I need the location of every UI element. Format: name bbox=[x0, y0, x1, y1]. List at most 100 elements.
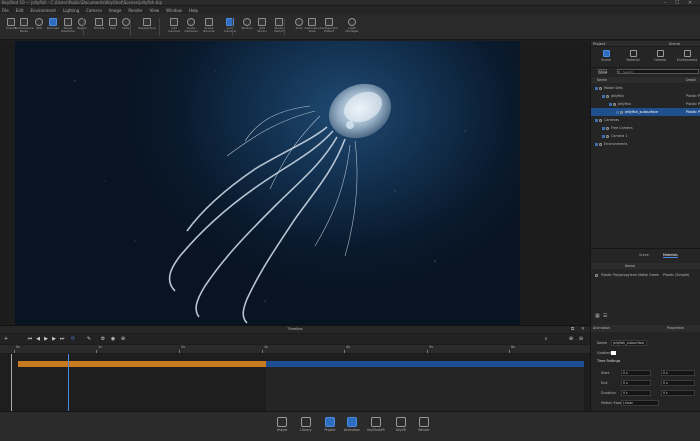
tree-item[interactable]: jellyfish Plastic Poly bbox=[591, 92, 700, 100]
menu-item-0[interactable]: File bbox=[2, 8, 9, 13]
menu-item-6[interactable]: Render bbox=[128, 8, 142, 13]
tree-item[interactable]: Model Sets bbox=[591, 84, 700, 92]
toolbar-separator bbox=[130, 18, 131, 36]
visibility-checkbox[interactable] bbox=[595, 86, 598, 90]
time-setting-value-alt[interactable]: 0 s bbox=[661, 390, 695, 396]
material-list-item[interactable]: Plastic Polypropylene Matte Green Plasti… bbox=[591, 271, 700, 279]
search-input[interactable]: Search bbox=[617, 69, 699, 74]
menu-item-4[interactable]: Camera bbox=[86, 8, 102, 13]
grid-view-icon[interactable]: ▦ bbox=[595, 313, 600, 319]
bottom-library-button[interactable]: Library bbox=[296, 417, 316, 439]
properties-header-right: Properties bbox=[667, 326, 685, 330]
toolbar-separator bbox=[284, 18, 285, 36]
time-setting-value[interactable]: 0 s bbox=[621, 390, 651, 396]
visibility-checkbox[interactable] bbox=[602, 94, 605, 98]
settings-icon[interactable]: ⚙ bbox=[100, 336, 106, 342]
tab-environment[interactable]: Environment bbox=[676, 48, 698, 66]
bottom-render-button[interactable]: Render bbox=[414, 417, 434, 439]
menu-item-9[interactable]: Help bbox=[189, 8, 198, 13]
menu-item-2[interactable]: Environment bbox=[30, 8, 56, 13]
playhead[interactable] bbox=[68, 354, 69, 412]
visibility-checkbox[interactable] bbox=[595, 142, 598, 146]
bottom-project-button[interactable]: Project bbox=[320, 417, 340, 439]
time-setting-value[interactable]: 0 s bbox=[621, 370, 651, 376]
loop-icon[interactable]: ⟳ bbox=[70, 336, 76, 342]
zoom-fit-icon[interactable]: ⊕ bbox=[568, 336, 574, 342]
visibility-checkbox[interactable] bbox=[609, 102, 612, 106]
toolbar-perspective-button[interactable]: Perspective bbox=[136, 16, 158, 38]
step-forward-icon[interactable]: ▶ bbox=[51, 336, 57, 342]
tab-material[interactable]: Material bbox=[622, 48, 644, 66]
time-tick-label: 3s bbox=[264, 345, 268, 349]
material-swatch-icon bbox=[595, 273, 598, 277]
subtab-scene[interactable]: Scene bbox=[639, 253, 649, 257]
properties-header-left: Animation bbox=[593, 326, 611, 330]
menu-item-7[interactable]: View bbox=[150, 8, 160, 13]
tree-item[interactable]: Free Camera bbox=[591, 124, 700, 132]
tree-item[interactable]: Environments bbox=[591, 140, 700, 148]
close-panel-icon[interactable]: ✕ bbox=[581, 326, 585, 333]
show-filter[interactable]: Show bbox=[598, 69, 607, 74]
tab-scene[interactable]: Scene bbox=[595, 48, 617, 66]
time-setting-value-alt[interactable]: 0 s bbox=[661, 380, 695, 386]
menu-item-8[interactable]: Window bbox=[166, 8, 182, 13]
menu-item-3[interactable]: Lighting bbox=[63, 8, 79, 13]
bottom-animation-button[interactable]: Animation bbox=[342, 417, 362, 439]
timeline-search-icon[interactable]: ⌕ bbox=[543, 336, 549, 342]
toolbar-dolly-button[interactable]: Dolly bbox=[115, 16, 137, 38]
visibility-checkbox[interactable] bbox=[616, 110, 619, 114]
toolbar-scene-bounds-button[interactable]: Scene Bounds bbox=[198, 16, 220, 38]
timeline-panel: Timeline ⧉ ✕ + ⏮ ◀ ▶ ▶ ⏭ ⟳ ✎ ⚙ ◉ ⊕ ⌕ ⊕ ⊖… bbox=[0, 325, 590, 412]
color-swatch[interactable] bbox=[611, 351, 616, 355]
menu-item-5[interactable]: Image bbox=[109, 8, 122, 13]
key-icon[interactable]: ⊕ bbox=[120, 336, 126, 342]
animation-name-input[interactable]: jellyfish_subsurface bbox=[611, 340, 647, 346]
step-back-icon[interactable]: ◀ bbox=[35, 336, 41, 342]
tab-camera[interactable]: Camera bbox=[649, 48, 671, 66]
project-panel-title: Project bbox=[593, 42, 606, 46]
jump-start-icon[interactable]: ⏮ bbox=[27, 336, 33, 342]
timeline-menu-icon[interactable]: ⊖ bbox=[578, 336, 584, 342]
bottom-keyvr-button[interactable]: KeyVR bbox=[391, 417, 411, 439]
toolbar-label: Light Manager bbox=[345, 26, 359, 34]
visibility-checkbox[interactable] bbox=[595, 118, 598, 122]
node-icon bbox=[599, 86, 602, 90]
environment-icon bbox=[683, 50, 691, 57]
popout-icon[interactable]: ⧉ bbox=[571, 326, 574, 333]
toolbar-label: Add Studio bbox=[257, 26, 267, 34]
toolbar-configurator-button[interactable]: Configurator Wizard bbox=[318, 16, 340, 38]
bottom-keyshotxr-button[interactable]: KeyShotXR bbox=[366, 417, 386, 439]
render-viewport[interactable] bbox=[15, 41, 520, 325]
time-setting-value[interactable]: 0 s bbox=[621, 380, 651, 386]
visibility-checkbox[interactable] bbox=[602, 126, 605, 130]
time-setting-value-alt[interactable]: 0 s bbox=[661, 370, 695, 376]
project-section-title: Scene bbox=[669, 42, 680, 46]
toolbar-studio-switch-button[interactable]: Studio Switch bbox=[268, 16, 290, 38]
menu-item-1[interactable]: Edit bbox=[16, 8, 24, 13]
subtab-materials[interactable]: Materials bbox=[663, 253, 678, 258]
time-ruler[interactable]: 0s 1s 2s 3s 4s 5s 6s bbox=[0, 345, 590, 353]
add-animation-icon[interactable]: + bbox=[3, 336, 9, 342]
time-settings-section[interactable]: Time Settings bbox=[591, 357, 700, 365]
jump-end-icon[interactable]: ⏭ bbox=[59, 336, 65, 342]
tree-item[interactable]: jellyfish Plastic Poly bbox=[591, 100, 700, 108]
cycle-cameras-icon bbox=[187, 18, 195, 26]
list-view-icon[interactable]: ☰ bbox=[603, 313, 607, 319]
keyshotxr-icon bbox=[371, 417, 381, 427]
wand-icon[interactable]: ✎ bbox=[86, 336, 92, 342]
toolbar-light-manager-button[interactable]: Light Manager bbox=[341, 16, 363, 38]
bottom-import-button[interactable]: Import bbox=[272, 417, 292, 439]
time-setting-value[interactable]: Linear bbox=[621, 400, 659, 406]
tree-item[interactable]: Camera 1 bbox=[591, 132, 700, 140]
bottom-label: Render bbox=[418, 428, 430, 432]
animation-track[interactable] bbox=[0, 354, 590, 412]
jellyfish-render bbox=[74, 70, 466, 324]
tree-item[interactable]: jellyfish_subsurface Plastic Poly bbox=[591, 108, 700, 116]
record-icon[interactable]: ◉ bbox=[110, 336, 116, 342]
visibility-checkbox[interactable] bbox=[602, 134, 605, 138]
tab-label: Scene bbox=[601, 58, 611, 62]
play-icon[interactable]: ▶ bbox=[43, 336, 49, 342]
timeline-start-marker bbox=[11, 354, 12, 412]
animation-clip-orange[interactable] bbox=[18, 361, 266, 367]
tree-item[interactable]: Cameras bbox=[591, 116, 700, 124]
